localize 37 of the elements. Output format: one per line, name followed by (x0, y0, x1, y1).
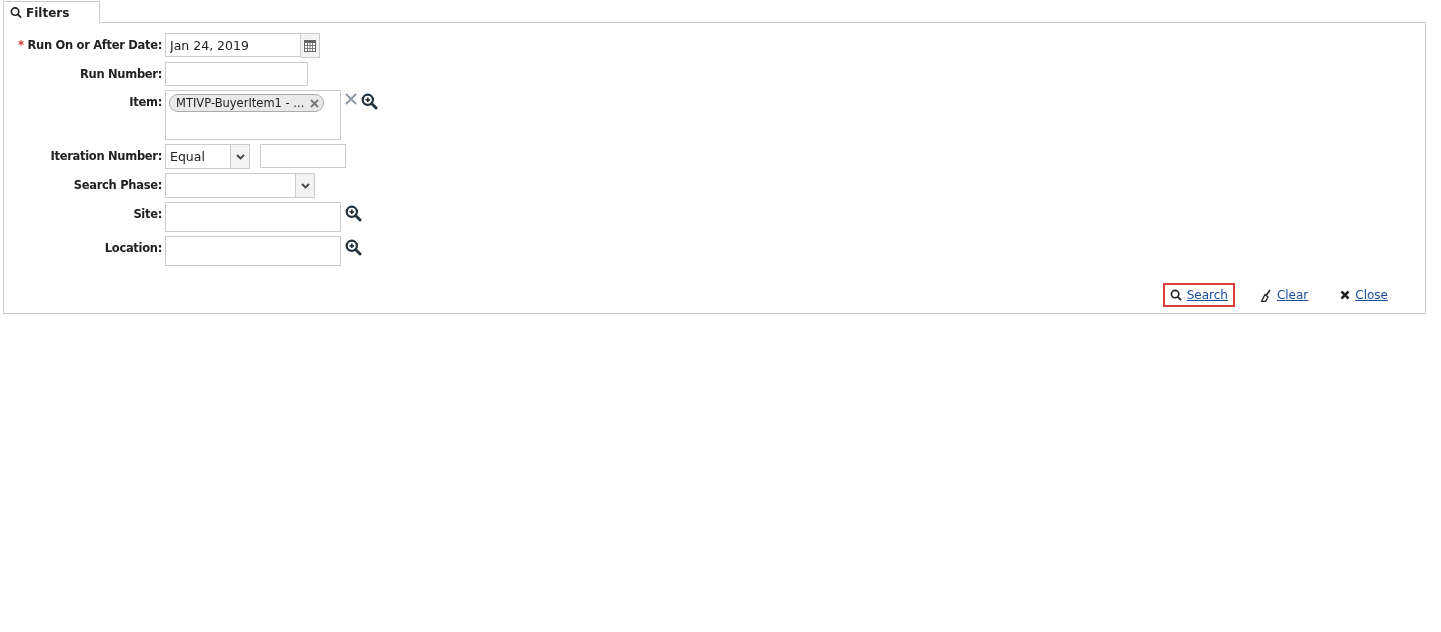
token-field[interactable]: MTIVP-BuyerItem1 - ... (165, 90, 341, 140)
calendar-icon (304, 39, 316, 52)
lookup-button[interactable] (345, 205, 362, 222)
text-field[interactable] (165, 62, 308, 86)
clear-button[interactable] (345, 93, 357, 105)
date-field[interactable]: Jan 24, 2019 (165, 33, 301, 57)
zoom-in-icon (345, 239, 362, 256)
zoom-in-icon (345, 205, 362, 222)
lookup-button[interactable] (345, 239, 362, 256)
field-label: Item: (129, 94, 162, 109)
calendar-button[interactable] (301, 33, 320, 58)
field-label: Search Phase: (73, 177, 162, 192)
lookup-field[interactable] (165, 236, 341, 266)
search-icon (1169, 289, 1182, 301)
dropdown[interactable] (165, 173, 315, 198)
field-label: Location: (104, 240, 162, 255)
lookup-button[interactable] (361, 93, 378, 110)
search-icon (10, 6, 22, 19)
chevron-down-icon (235, 153, 245, 160)
filters-tab[interactable]: Filters (3, 1, 100, 23)
clear-link[interactable]: Clear (1252, 283, 1316, 307)
field-label: Run Number: (79, 66, 162, 81)
lookup-field[interactable] (165, 202, 341, 232)
field-label: Site: (133, 206, 162, 221)
close-icon (345, 93, 357, 105)
item-tag: MTIVP-BuyerItem1 - ... (169, 94, 325, 112)
close-link[interactable]: Close (1333, 283, 1395, 307)
field-label: Iteration Number: (50, 148, 162, 163)
operator-dropdown[interactable]: Equal (165, 144, 250, 169)
number-field[interactable] (260, 144, 346, 168)
zoom-in-icon (361, 93, 378, 110)
search-link[interactable]: Search (1162, 283, 1235, 307)
close-icon (1340, 290, 1351, 300)
field-label: * Run On or After Date: (18, 37, 162, 52)
broom-icon (1259, 288, 1272, 302)
chevron-down-icon (300, 182, 310, 189)
remove-icon (310, 98, 320, 108)
